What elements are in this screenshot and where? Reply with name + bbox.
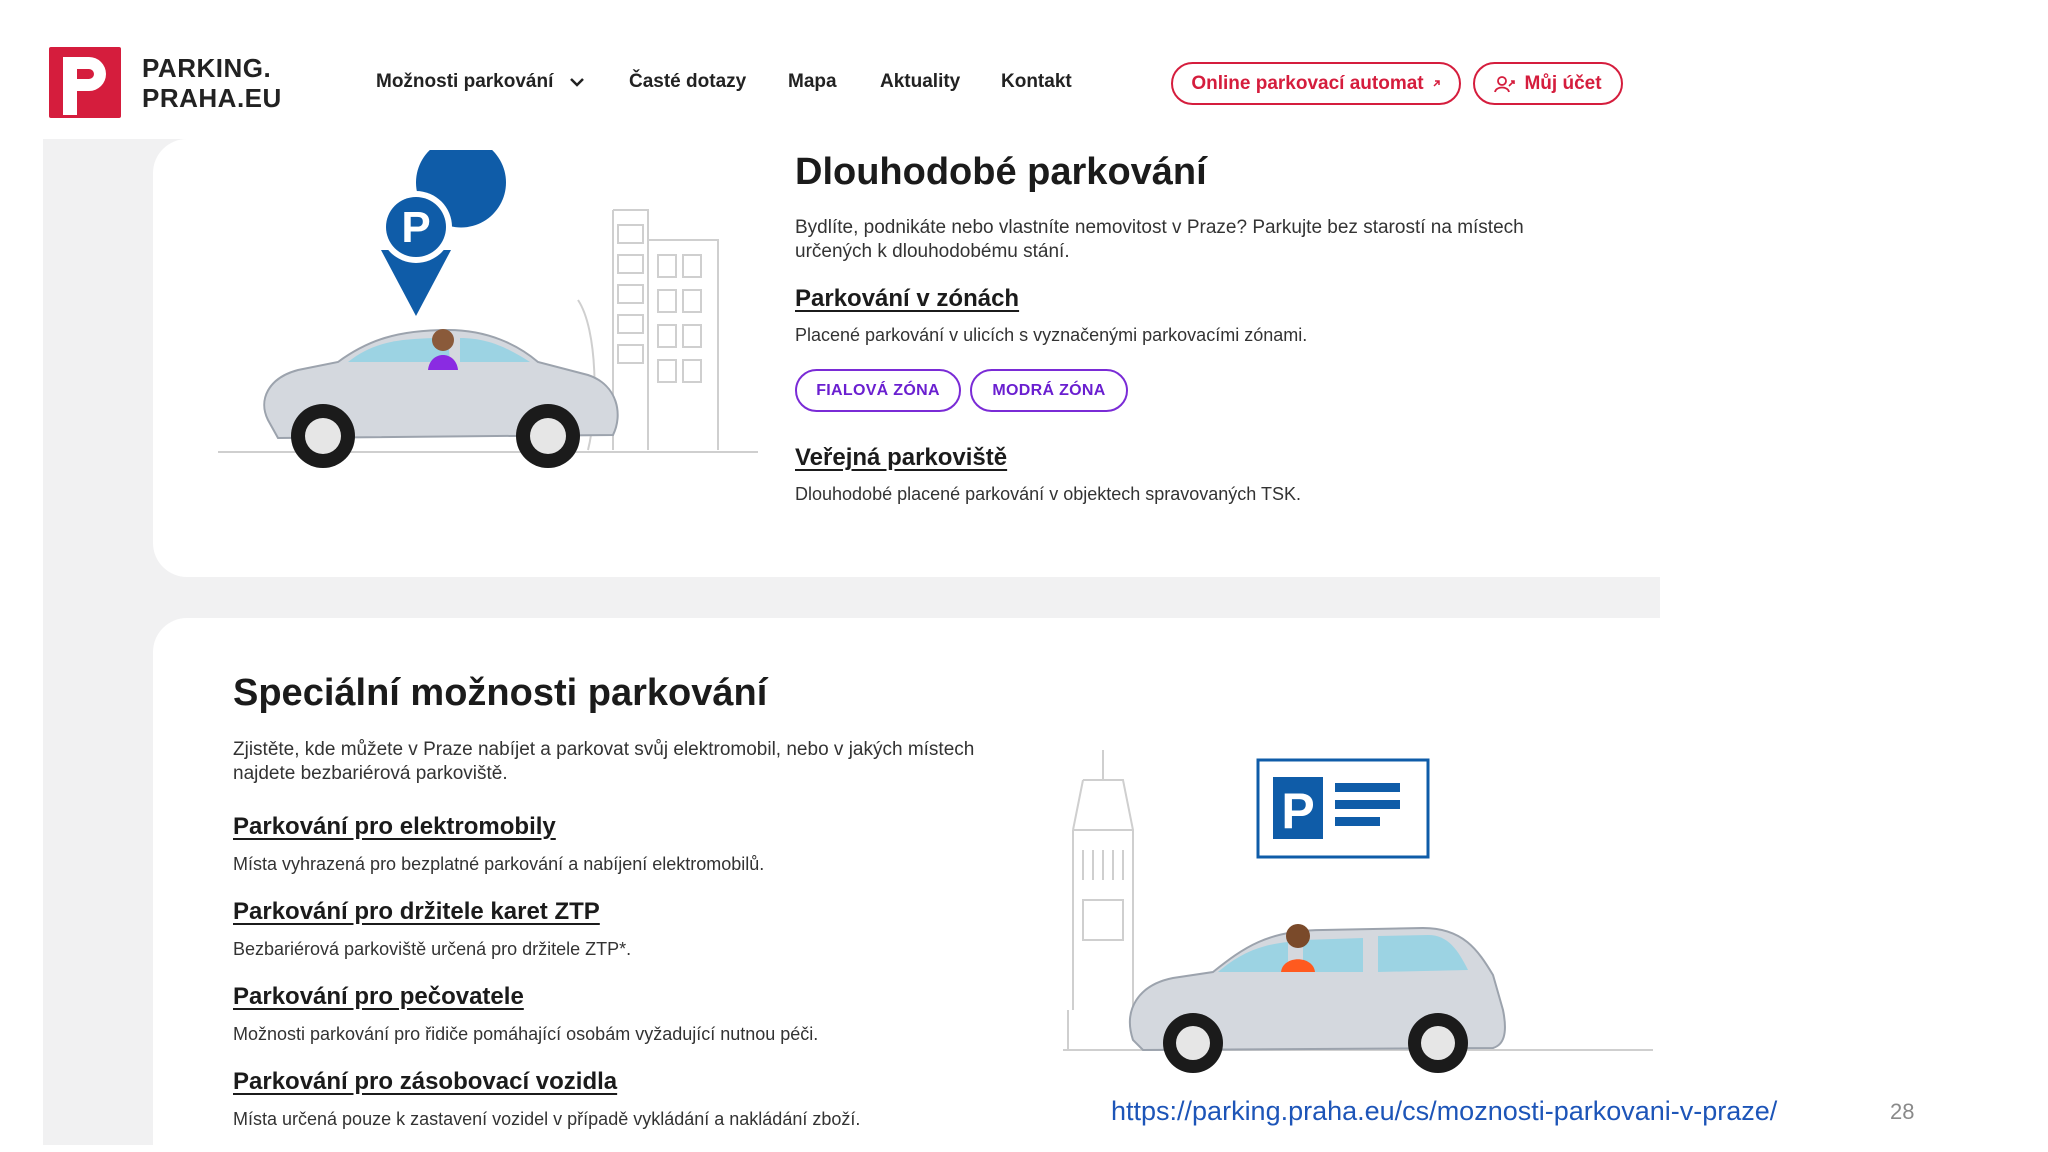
ev-parking-desc: Místa vyhrazená pro bezplatné parkování … <box>233 854 765 874</box>
long-term-intro-line-1: Bydlíte, podnikáte nebo vlastníte nemovi… <box>795 217 1524 238</box>
long-term-intro: Bydlíte, podnikáte nebo vlastníte nemovi… <box>795 216 1595 264</box>
logo-line-1: PARKING. <box>142 53 272 83</box>
online-button-label: Online parkovací automat <box>1191 72 1424 94</box>
public-parking-link[interactable]: Veřejná parkoviště <box>795 444 1007 472</box>
ev-parking-link[interactable]: Parkování pro elektromobily <box>233 813 556 841</box>
chevron-down-icon <box>569 78 584 87</box>
zones-parking-desc: Placené parkování v ulicích s vyznačeným… <box>795 325 1308 345</box>
slide: PARKING. PRAHA.EU Možnosti parkování Čas… <box>0 0 2048 1152</box>
nav-parking-options[interactable]: Možnosti parkování <box>376 71 585 93</box>
online-parking-meter-button[interactable]: Online parkovací automat <box>1171 62 1461 105</box>
page-number: 28 <box>1890 1099 1915 1124</box>
ztp-parking-link[interactable]: Parkování pro držitele karet ZTP <box>233 898 600 926</box>
ztp-parking-desc: Bezbariérová parkoviště určená pro držit… <box>233 939 632 959</box>
account-button-label: Můj účet <box>1524 72 1602 94</box>
long-term-intro-line-2: určených k dlouhodobému stání. <box>795 241 1070 262</box>
user-icon <box>1494 75 1516 92</box>
sign-p-letter: P <box>1281 783 1314 839</box>
special-intro-line-1: Zjistěte, kde můžete v Praze nabíjet a p… <box>233 739 975 760</box>
nav-label: Možnosti parkování <box>376 71 554 92</box>
public-parking-desc: Dlouhodobé placené parkování v objektech… <box>795 484 1301 504</box>
source-url[interactable]: https://parking.praha.eu/cs/moznosti-par… <box>1111 1096 1777 1127</box>
my-account-button[interactable]: Můj účet <box>1473 62 1623 105</box>
delivery-parking-link[interactable]: Parkování pro zásobovací vozidla <box>233 1068 617 1096</box>
special-intro-line-2: najdete bezbariérová parkoviště. <box>233 763 508 784</box>
tag-blue-zone[interactable]: MODRÁ ZÓNA <box>970 369 1128 412</box>
site-header: PARKING. PRAHA.EU Možnosti parkování Čas… <box>43 25 1660 139</box>
logo-mark[interactable] <box>49 47 121 118</box>
special-intro: Zjistěte, kde můžete v Praze nabíjet a p… <box>233 738 1033 786</box>
logo-wordmark[interactable]: PARKING. PRAHA.EU <box>142 53 282 113</box>
caregiver-parking-link[interactable]: Parkování pro pečovatele <box>233 983 524 1011</box>
nav-faq[interactable]: Časté dotazy <box>629 71 746 93</box>
caregiver-parking-desc: Možnosti parkování pro řidiče pomáhající… <box>233 1024 819 1044</box>
zones-parking-link[interactable]: Parkování v zónách <box>795 285 1019 313</box>
long-term-title: Dlouhodobé parkování <box>795 151 1207 193</box>
parking-logo-icon <box>63 57 106 115</box>
delivery-parking-desc: Místa určená pouze k zastavení vozidel v… <box>233 1109 861 1129</box>
website-screenshot: PARKING. PRAHA.EU Možnosti parkování Čas… <box>43 25 1660 1145</box>
nav-map[interactable]: Mapa <box>788 71 837 93</box>
external-link-icon <box>1433 80 1440 87</box>
logo-line-2: PRAHA.EU <box>142 83 282 113</box>
tag-purple-zone[interactable]: FIALOVÁ ZÓNA <box>795 369 961 412</box>
special-title: Speciální možnosti parkování <box>233 672 768 714</box>
nav-contact[interactable]: Kontakt <box>1001 71 1072 93</box>
tower-car-illustration: P <box>1063 750 1653 1073</box>
car-driver-illustration: P <box>218 150 758 468</box>
nav-news[interactable]: Aktuality <box>880 71 960 93</box>
pin-p-letter: P <box>401 203 430 252</box>
